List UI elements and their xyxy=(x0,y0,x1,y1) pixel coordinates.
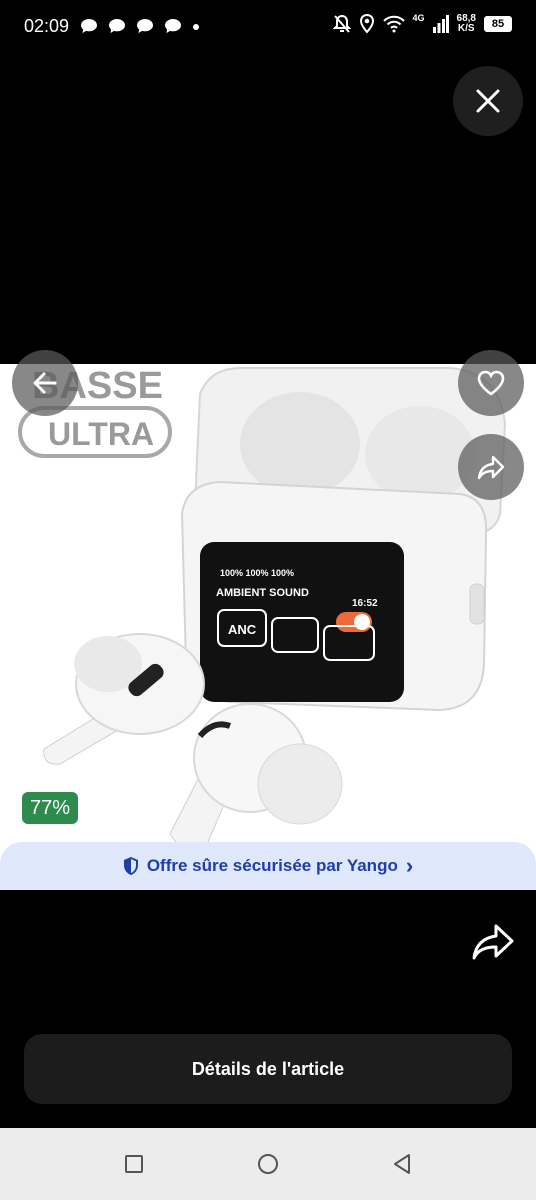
back-button[interactable] xyxy=(12,350,78,416)
status-bar: 02:09 4G 68,8 K/S 85 xyxy=(0,0,536,52)
recents-button[interactable] xyxy=(120,1150,148,1178)
share-icon xyxy=(477,455,505,480)
location-icon xyxy=(359,14,374,34)
chat-bubble-icon xyxy=(137,19,153,33)
status-time: 02:09 xyxy=(24,16,70,36)
more-notifications-dot xyxy=(193,24,199,30)
screen-mode: AMBIENT SOUND xyxy=(216,587,309,599)
chat-bubble-icon xyxy=(165,19,181,33)
share-icon[interactable] xyxy=(470,918,516,964)
earbuds-illustration: BASSE ULTRA 100% 100% 100% AMBIENT SOUND… xyxy=(0,364,536,890)
signal-icon xyxy=(432,15,449,33)
net-speed-unit: K/S xyxy=(457,23,475,34)
secure-offer-banner[interactable]: Offre sûre sécurisée par Yango › xyxy=(0,842,536,890)
back-nav-button[interactable] xyxy=(388,1150,416,1178)
secure-offer-text: Offre sûre sécurisée par Yango xyxy=(146,856,398,875)
discount-badge: 77% xyxy=(22,792,78,824)
share-button[interactable] xyxy=(458,434,524,500)
screen-button-anc: ANC xyxy=(228,622,257,637)
notification-icons xyxy=(80,18,182,34)
network-type: 4G xyxy=(412,13,425,23)
badge-line2: ULTRA xyxy=(48,416,154,452)
shield-icon xyxy=(123,857,138,875)
arrow-left-icon xyxy=(33,372,57,394)
chevron-right-icon: › xyxy=(405,853,414,878)
item-details-button[interactable]: Détails de l'article xyxy=(24,1034,512,1104)
net-speed: 68,8 K/S xyxy=(457,14,476,34)
battery-indicator: 85 xyxy=(484,16,512,32)
screen-status: 100% 100% 100% xyxy=(220,568,294,578)
favorite-button[interactable] xyxy=(458,350,524,416)
screen-time: 16:52 xyxy=(352,598,378,609)
product-image[interactable]: BASSE ULTRA 100% 100% 100% AMBIENT SOUND… xyxy=(0,364,536,890)
wifi-icon xyxy=(382,15,405,33)
heart-icon xyxy=(477,370,505,396)
chat-bubble-icon xyxy=(109,19,125,33)
triangle-back-icon xyxy=(394,1154,410,1174)
square-icon xyxy=(125,1155,143,1173)
circle-icon xyxy=(258,1154,278,1174)
close-icon xyxy=(476,89,500,113)
home-button[interactable] xyxy=(254,1150,282,1178)
bell-off-icon xyxy=(332,14,351,33)
status-indicators: 4G 68,8 K/S 85 xyxy=(332,13,512,34)
close-button[interactable] xyxy=(453,66,523,136)
chat-bubble-icon xyxy=(81,19,97,33)
system-nav-bar xyxy=(0,1128,536,1200)
